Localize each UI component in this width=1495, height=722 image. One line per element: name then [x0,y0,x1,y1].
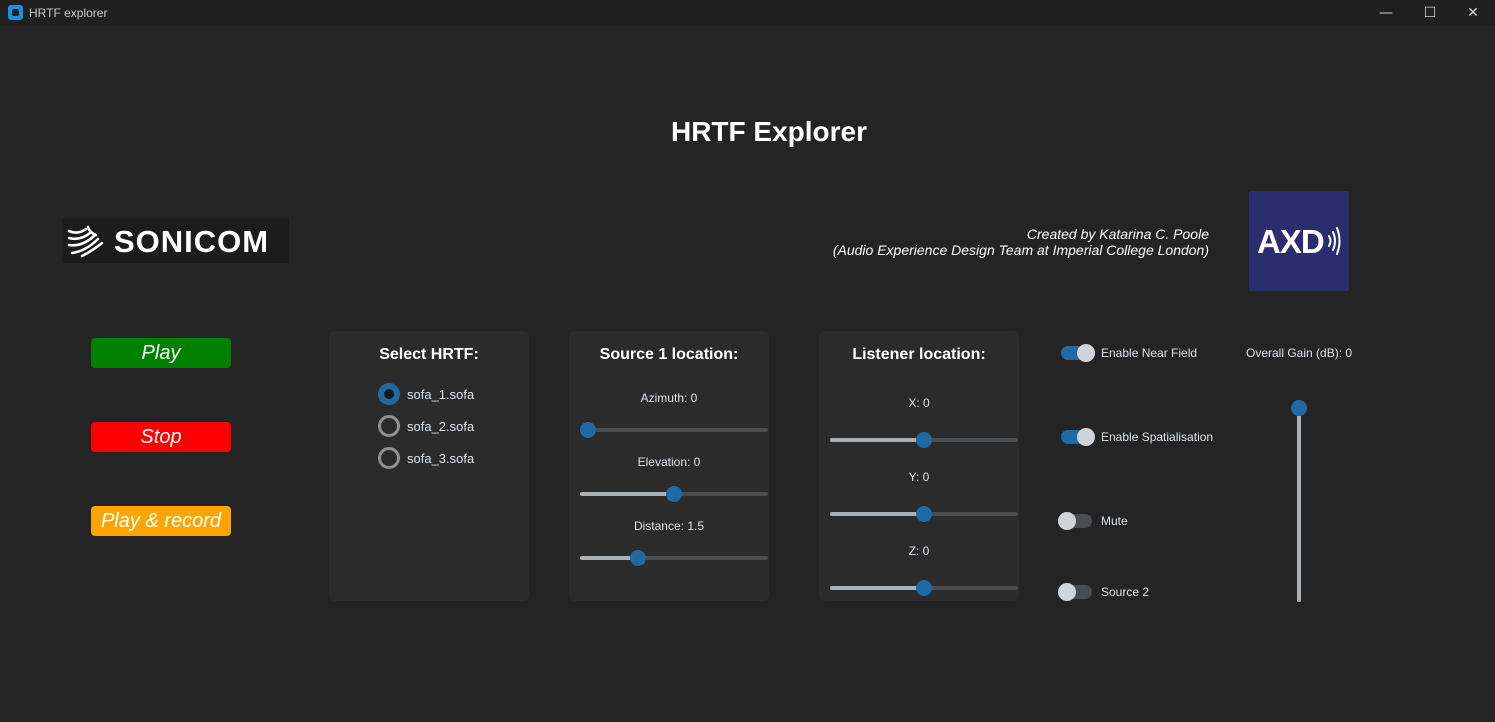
app-icon [8,5,23,20]
near-field-label: Enable Near Field [1101,346,1198,360]
y-slider-handle[interactable] [916,506,932,522]
mute-label: Mute [1101,514,1128,528]
hrtf-option-2[interactable]: sofa_2.sofa [378,415,518,439]
z-slider-handle[interactable] [916,580,932,596]
mute-switch[interactable] [1058,512,1092,530]
spatialisation-label: Enable Spatialisation [1101,430,1214,444]
play-record-button[interactable]: Play & record [91,506,231,536]
source-location-title: Source 1 location: [599,346,739,363]
stop-button[interactable]: Stop [91,422,231,452]
y-label: Y: 0 [908,470,930,484]
near-field-switch[interactable] [1061,344,1095,362]
axd-logo: AXD [1249,191,1349,291]
radio-button-icon[interactable] [378,447,400,469]
overall-gain-slider[interactable] [1290,400,1308,602]
distance-slider[interactable] [580,549,768,567]
hrtf-option-label: sofa_2.sofa [407,419,475,434]
sonicom-waves-icon [67,225,104,258]
x-label: X: 0 [908,396,930,410]
hrtf-option-3[interactable]: sofa_3.sofa [378,447,518,471]
distance-label: Distance: 1.5 [633,519,705,533]
switch-knob[interactable] [1058,512,1076,530]
switch-knob[interactable] [1058,583,1076,601]
page-title: HRTF Explorer [670,116,868,147]
listener-location-panel: Listener location: X: 0 Y: 0 Z: 0 [819,331,1019,601]
switch-knob[interactable] [1077,344,1095,362]
switch-knob[interactable] [1077,428,1095,446]
spatialisation-switch[interactable] [1061,428,1095,446]
source-location-panel: Source 1 location: Azimuth: 0 Elevation:… [569,331,769,601]
select-hrtf-panel: Select HRTF: sofa_1.sofa sofa_2.sofa sof… [329,331,529,601]
window-titlebar: HRTF explorer — ☐ ✕ [0,0,1495,26]
distance-slider-handle[interactable] [629,550,646,566]
select-hrtf-title: Select HRTF: [379,346,479,363]
azimuth-label: Azimuth: 0 [640,391,698,405]
elevation-slider-handle[interactable] [666,486,682,502]
play-button[interactable]: Play [91,338,231,368]
window-title: HRTF explorer [29,6,108,20]
hrtf-option-label: sofa_1.sofa [407,387,475,402]
overall-gain-label: Overall Gain (dB): 0 [1246,346,1353,360]
radio-button-icon[interactable] [378,383,400,405]
sound-waves-icon [1328,227,1341,255]
overall-gain-slider-handle[interactable] [1291,400,1307,416]
minimize-button[interactable]: — [1364,0,1408,26]
maximize-button[interactable]: ☐ [1408,0,1452,26]
source-2-label: Source 2 [1101,585,1150,599]
x-slider-handle[interactable] [916,432,932,448]
elevation-label: Elevation: 0 [637,455,701,469]
z-label: Z: 0 [908,544,930,558]
credit-line-1: Created by Katarina C. Poole [1026,226,1209,242]
source-2-switch[interactable] [1058,583,1092,601]
credit-line-2: (Audio Experience Design Team at Imperia… [832,242,1209,258]
x-slider[interactable] [830,431,1018,449]
hrtf-option-1[interactable]: sofa_1.sofa [378,383,518,407]
hrtf-option-label: sofa_3.sofa [407,451,475,466]
listener-location-title: Listener location: [852,346,986,363]
radio-button-icon[interactable] [378,415,400,437]
sonicom-logo-text: SONICOM [114,224,270,259]
credit-text: Created by Katarina C. Poole (Audio Expe… [833,226,1209,258]
sonicom-logo: SONICOM [62,218,289,263]
axd-logo-text: AXD [1257,223,1325,260]
elevation-slider[interactable] [580,485,768,503]
azimuth-slider-handle[interactable] [580,422,596,438]
azimuth-slider[interactable] [580,421,768,439]
z-slider[interactable] [830,579,1018,597]
y-slider[interactable] [830,505,1018,523]
close-button[interactable]: ✕ [1451,0,1495,26]
